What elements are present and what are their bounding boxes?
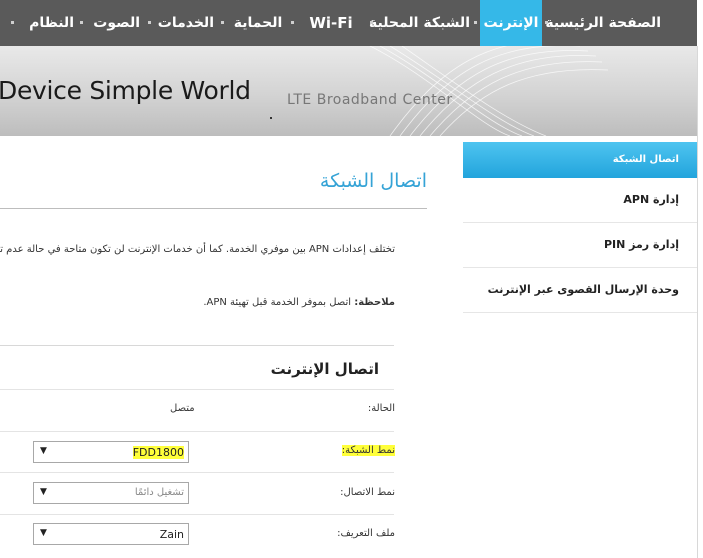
nav-item-internet[interactable]: الإنترنت bbox=[480, 0, 542, 46]
description-text: تختلف إعدادات APN بين موفري الخدمة. كما … bbox=[0, 244, 395, 255]
nav-separator bbox=[474, 21, 477, 24]
dropdown-arrow-icon: ▼ bbox=[40, 446, 47, 456]
connection-mode-select[interactable]: ▼ تشغيل دائمًا bbox=[33, 482, 189, 504]
nav-item-system[interactable]: النظام bbox=[29, 0, 74, 46]
sidebar-item-mtu[interactable]: وحدة الإرسال القصوى عبر الإنترنت bbox=[463, 268, 697, 313]
row-divider bbox=[0, 389, 394, 390]
network-mode-select[interactable]: ▼ FDD1800 bbox=[33, 441, 189, 463]
nav-separator bbox=[221, 21, 224, 24]
title-divider bbox=[0, 208, 427, 209]
nav-item-lan[interactable]: الشبكة المحلية bbox=[369, 0, 470, 46]
network-mode-label: نمط الشبكة: bbox=[341, 445, 395, 456]
sidebar-item-pin-management[interactable]: إدارة رمز PIN bbox=[463, 223, 697, 268]
section-title: اتصال الإنترنت bbox=[270, 360, 379, 378]
sidebar: اتصال الشبكة إدارة APN إدارة رمز PIN وحد… bbox=[463, 142, 697, 313]
profile-label: ملف التعريف: bbox=[337, 528, 395, 539]
status-value: متصل bbox=[170, 403, 195, 414]
dropdown-arrow-icon: ▼ bbox=[40, 487, 47, 497]
dropdown-arrow-icon: ▼ bbox=[40, 528, 47, 538]
sidebar-item-apn-management[interactable]: إدارة APN bbox=[463, 178, 697, 223]
connection-mode-label: نمط الاتصال: bbox=[340, 487, 395, 498]
row-divider bbox=[0, 514, 394, 515]
note-body: اتصل بموفر الخدمة قبل تهيئة APN. bbox=[203, 297, 355, 308]
profile-value: Zain bbox=[159, 528, 184, 541]
banner-swirl-graphic bbox=[369, 46, 609, 136]
nav-separator bbox=[545, 21, 548, 24]
nav-separator bbox=[370, 21, 373, 24]
nav-item-home[interactable]: الصفحة الرئيسية bbox=[545, 0, 661, 46]
sidebar-item-network-connection[interactable]: اتصال الشبكة bbox=[463, 142, 697, 178]
page-border bbox=[697, 46, 698, 558]
nav-item-services[interactable]: الخدمات bbox=[158, 0, 214, 46]
connection-mode-value: تشغيل دائمًا bbox=[134, 487, 184, 498]
nav-item-voice[interactable]: الصوت bbox=[93, 0, 140, 46]
top-navigation: الصفحة الرئيسية الإنترنت الشبكة المحلية … bbox=[0, 0, 697, 46]
brand-name: Device Simple World bbox=[0, 76, 251, 105]
note-label: ملاحظة: bbox=[354, 297, 395, 308]
page-title: اتصال الشبكة bbox=[319, 170, 427, 192]
section-divider bbox=[0, 345, 394, 346]
status-label: الحالة: bbox=[367, 403, 395, 414]
nav-separator bbox=[148, 21, 151, 24]
nav-item-wifi[interactable]: Wi-Fi bbox=[308, 0, 354, 46]
row-divider bbox=[0, 472, 394, 473]
note-text: ملاحظة: اتصل بموفر الخدمة قبل تهيئة APN. bbox=[203, 297, 395, 308]
network-mode-value: FDD1800 bbox=[132, 446, 184, 459]
row-divider bbox=[0, 431, 394, 432]
nav-item-security[interactable]: الحماية bbox=[233, 0, 283, 46]
banner: Device Simple World LTE Broadband Center bbox=[0, 46, 697, 136]
nav-separator bbox=[11, 21, 14, 24]
nav-separator bbox=[80, 21, 83, 24]
decorative-dot bbox=[270, 117, 272, 119]
profile-select[interactable]: ▼ Zain bbox=[33, 523, 189, 545]
brand-subtitle: LTE Broadband Center bbox=[287, 92, 453, 108]
nav-separator bbox=[291, 21, 294, 24]
